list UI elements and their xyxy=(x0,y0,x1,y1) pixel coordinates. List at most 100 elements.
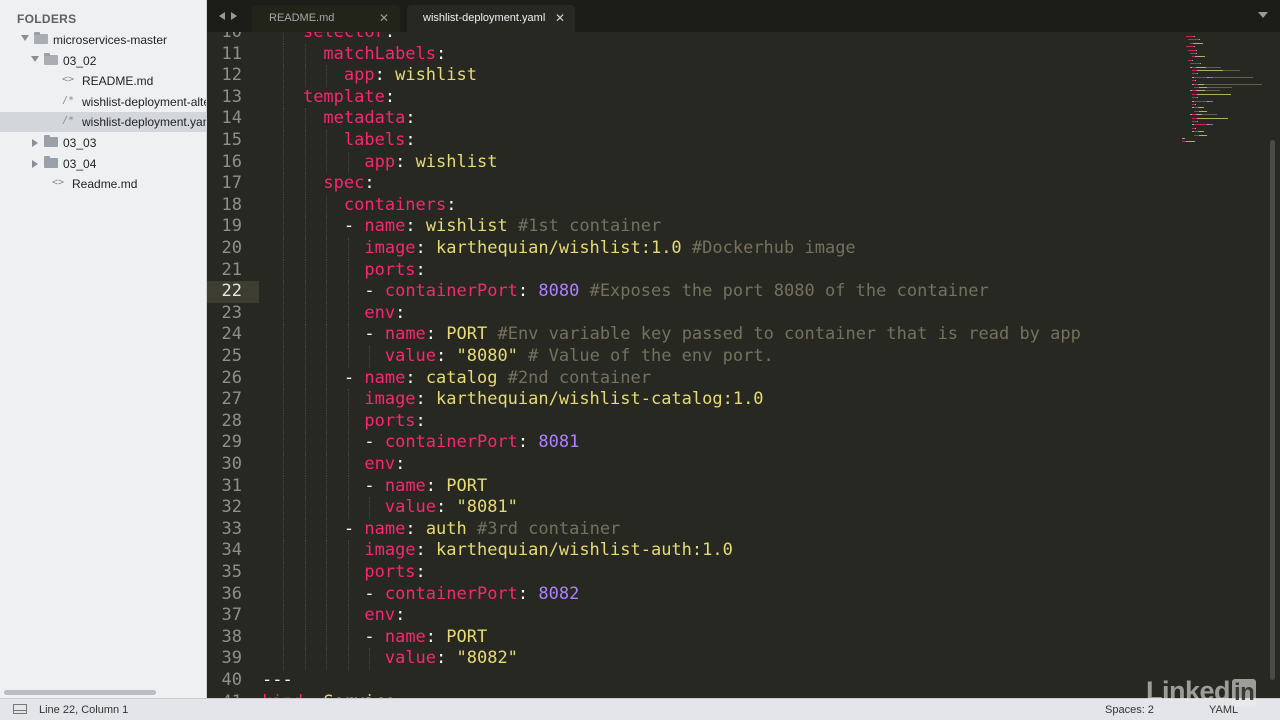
line-number: 26 xyxy=(221,367,242,388)
line-number: 36 xyxy=(221,583,242,604)
code-token: #Dockerhub image xyxy=(681,238,856,258)
code-token: #3rd container xyxy=(466,518,621,539)
indent-guide xyxy=(347,410,350,433)
code-token: : xyxy=(425,626,447,647)
line-number: 25 xyxy=(221,346,242,366)
indent-guide xyxy=(347,302,350,325)
chevron-right-icon[interactable] xyxy=(32,159,38,168)
minimap-mark xyxy=(1207,87,1232,88)
code-token: ports xyxy=(364,410,416,431)
code-token: metadata xyxy=(323,108,406,129)
code-token: : xyxy=(436,497,457,518)
indent-guide xyxy=(304,108,307,130)
indent-guide xyxy=(304,518,307,541)
indent-guide xyxy=(283,389,285,411)
indent-guide xyxy=(326,324,328,346)
minimap-mark xyxy=(1201,110,1207,112)
arrow-right-icon[interactable] xyxy=(231,12,237,20)
code-token: - xyxy=(364,324,385,345)
minimap-mark xyxy=(1196,49,1197,51)
minimap-mark xyxy=(1204,83,1262,85)
chevron-down-icon[interactable] xyxy=(1258,12,1268,18)
code-token: PORT xyxy=(446,626,488,647)
code-token: "8080" xyxy=(456,346,518,366)
code-line: - name: PORT xyxy=(262,627,487,649)
file-item[interactable]: /* wishlist-deployment-alter xyxy=(0,92,206,112)
code-line: containers: xyxy=(262,195,457,217)
sidebar-scrollbar[interactable] xyxy=(4,690,156,695)
cursor-position: Line 22, Column 1 xyxy=(39,704,129,716)
code-token: : xyxy=(517,281,539,302)
folder-icon xyxy=(44,135,58,147)
tab-readme[interactable]: README.md ✕ xyxy=(252,5,400,32)
minimap-mark xyxy=(1213,76,1253,78)
indent-guide xyxy=(304,410,307,433)
indent-guide xyxy=(369,497,371,519)
line-number: 35 xyxy=(221,562,242,582)
close-icon[interactable]: ✕ xyxy=(379,11,389,25)
code-line: - containerPort: 8080 #Exposes the port … xyxy=(262,281,989,303)
chevron-down-icon[interactable] xyxy=(21,35,29,41)
code-editor[interactable]: 10 11 12 13 14 15 16 17 18 19 20 21 22 23 24 25 26 27 28 29… xyxy=(207,32,1280,698)
tab-label: README.md xyxy=(269,12,335,24)
indent-guide xyxy=(326,648,328,670)
panel-toggle-icon[interactable] xyxy=(13,704,27,714)
code-token: #1st container xyxy=(507,216,662,237)
indent-guide xyxy=(326,562,328,584)
code-line: value: "8082" xyxy=(262,648,518,670)
folder-item[interactable]: microservices-master xyxy=(0,30,206,50)
code-token: - xyxy=(364,626,385,647)
line-number: 27 xyxy=(221,389,242,410)
line-number: 19 xyxy=(221,216,242,237)
indent-guide xyxy=(347,648,350,670)
file-item[interactable]: /* wishlist-deployment.yaml xyxy=(0,112,206,133)
minimap-mark xyxy=(1194,100,1207,102)
chevron-down-icon[interactable] xyxy=(31,55,39,62)
code-token: catalog xyxy=(425,367,498,388)
code-token: #Env variable key passed to container th… xyxy=(487,324,1081,345)
code-token: --- xyxy=(262,670,293,690)
folder-item[interactable]: 03_02 xyxy=(0,51,206,71)
linkedin-watermark: Linked in xyxy=(1146,676,1257,707)
line-number: 21 xyxy=(221,259,242,280)
indent-guide xyxy=(304,259,307,282)
minimap-mark xyxy=(1195,104,1196,105)
minimap-mark xyxy=(1195,80,1196,82)
indent-guide xyxy=(304,562,307,584)
code-token: #Exposes the port 8080 of the container xyxy=(579,281,989,302)
indent-guide xyxy=(304,605,307,627)
vertical-scrollbar[interactable] xyxy=(1270,140,1275,680)
code-token: : xyxy=(395,454,406,474)
indent-guide xyxy=(283,238,285,260)
code-token: : xyxy=(425,324,447,345)
indent-guide xyxy=(347,562,350,584)
line-number: 20 xyxy=(221,238,242,258)
folder-icon xyxy=(34,32,48,44)
minimap[interactable] xyxy=(1182,34,1262,154)
line-number: 33 xyxy=(221,518,242,539)
code-token: image xyxy=(364,238,416,258)
indent-guide xyxy=(347,497,350,519)
code-line: app: wishlist xyxy=(262,65,477,87)
code-token: "8082" xyxy=(456,648,518,669)
minimap-mark xyxy=(1198,90,1205,92)
indent-guide xyxy=(304,540,307,562)
indent-guide xyxy=(304,194,307,217)
arrow-left-icon[interactable] xyxy=(219,12,225,20)
code-token: containers xyxy=(343,194,447,215)
line-number: 24 xyxy=(221,324,242,345)
file-item[interactable]: <> README.md xyxy=(0,71,206,91)
code-token: image xyxy=(364,540,416,561)
close-icon[interactable]: ✕ xyxy=(555,11,565,25)
code-token: template xyxy=(302,86,385,107)
chevron-right-icon[interactable] xyxy=(32,139,38,147)
minimap-mark xyxy=(1182,138,1185,139)
tab-wishlist-deployment[interactable]: wishlist-deployment.yaml ✕ xyxy=(407,5,575,32)
file-item[interactable]: <> Readme.md xyxy=(0,174,206,194)
code-token: "8081" xyxy=(456,497,518,518)
minimap-mark xyxy=(1198,66,1206,68)
folder-item[interactable]: 03_04 xyxy=(0,154,206,174)
folder-item[interactable]: 03_03 xyxy=(0,133,206,153)
